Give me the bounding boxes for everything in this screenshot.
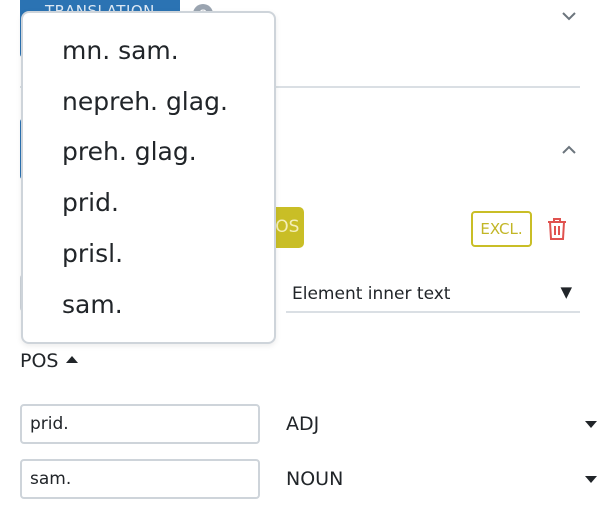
chevron-down-icon[interactable] xyxy=(561,8,577,24)
exclude-button[interactable]: EXCL. xyxy=(471,211,532,247)
source-select[interactable]: Element inner text ▼ xyxy=(286,274,580,313)
pos-mapping-tag[interactable]: NOUN xyxy=(286,468,343,490)
caret-up-icon[interactable] xyxy=(66,356,78,363)
dropdown-item[interactable]: prid. xyxy=(62,188,119,217)
pos-mapping-input[interactable]: prid. xyxy=(20,404,260,444)
select-arrow-icon: ▼ xyxy=(560,283,572,301)
source-select-value: Element inner text xyxy=(292,284,451,304)
trash-icon[interactable] xyxy=(546,217,568,241)
pos-dropdown-menu: mn. sam. nepreh. glag. preh. glag. prid.… xyxy=(21,11,276,344)
dropdown-item[interactable]: sam. xyxy=(62,290,123,319)
chevron-up-icon[interactable] xyxy=(561,142,577,158)
caret-down-icon[interactable] xyxy=(585,421,597,428)
pos-mapping-input[interactable]: sam. xyxy=(20,459,260,499)
pos-section-title: POS xyxy=(20,350,59,372)
pos-mapping-tag[interactable]: ADJ xyxy=(286,413,319,435)
caret-down-icon[interactable] xyxy=(585,476,597,483)
dropdown-item[interactable]: prisl. xyxy=(62,239,123,268)
dropdown-item[interactable]: nepreh. glag. xyxy=(62,87,228,116)
dropdown-item[interactable]: mn. sam. xyxy=(62,36,179,65)
dropdown-item[interactable]: preh. glag. xyxy=(62,137,197,166)
